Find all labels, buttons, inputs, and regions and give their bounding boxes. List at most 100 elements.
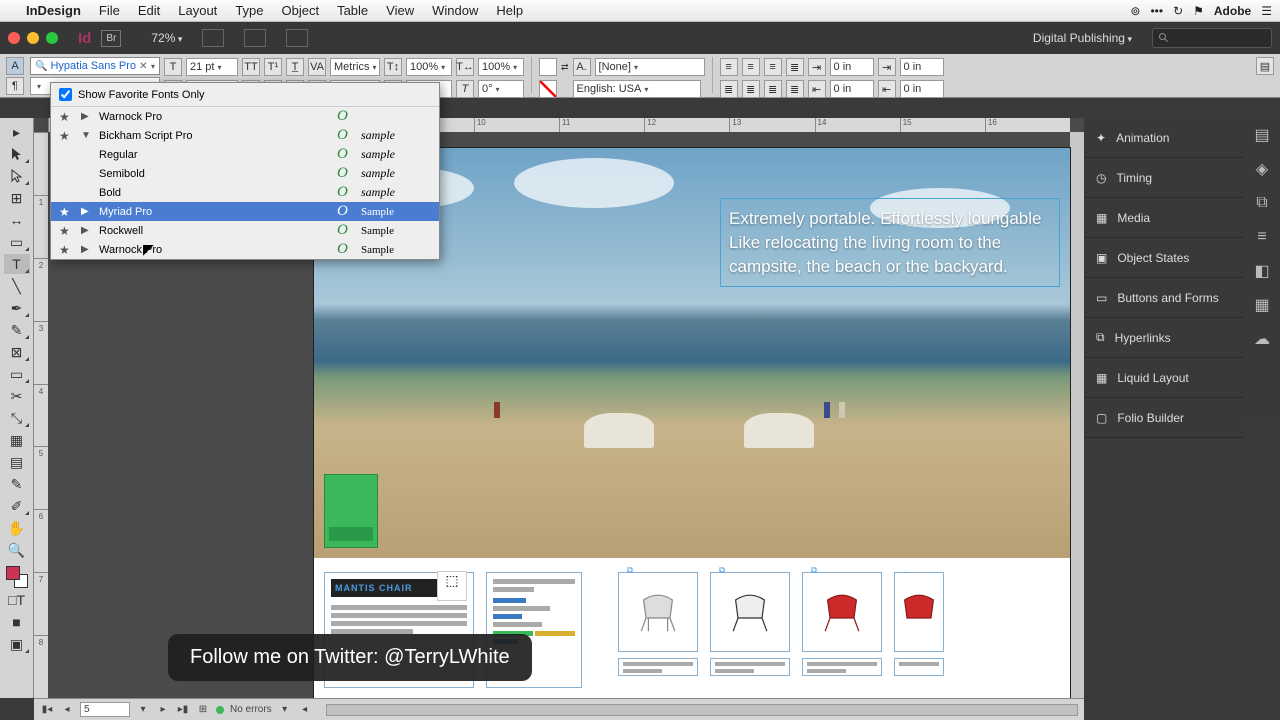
swap-icon[interactable]: ⇄ — [561, 62, 569, 73]
font-variant-item[interactable]: Regular O sample — [51, 145, 439, 164]
line-tool-icon[interactable]: ╲ — [4, 276, 30, 296]
content-collector-icon[interactable]: ▭ — [4, 232, 30, 252]
stroke-panel-icon[interactable]: ≡ — [1251, 226, 1273, 248]
gradient-swatch-icon[interactable]: ▦ — [4, 430, 30, 450]
fill-swatch[interactable] — [539, 58, 557, 76]
paragraph-formatting-icon[interactable]: ¶ — [6, 77, 24, 95]
pen-tool-icon[interactable]: ✒ — [4, 298, 30, 318]
align-left-icon[interactable]: ≡ — [720, 58, 738, 76]
hscale-field[interactable]: 100% — [478, 58, 524, 76]
scissors-tool-icon[interactable]: ✂ — [4, 386, 30, 406]
align-center-icon[interactable]: ≡ — [742, 58, 760, 76]
favorite-star-icon[interactable]: ★ — [59, 205, 73, 219]
menu-window[interactable]: Window — [432, 3, 478, 18]
free-transform-icon[interactable]: ⤡ — [4, 408, 30, 428]
chair-item[interactable]: ⧉ — [802, 572, 882, 688]
font-variant-item[interactable]: Semibold O sample — [51, 164, 439, 183]
type-tool-icon[interactable]: T — [4, 254, 30, 274]
direct-selection-tool-icon[interactable] — [4, 166, 30, 186]
panel-media[interactable]: ▦Media — [1084, 198, 1244, 238]
menu-type[interactable]: Type — [235, 3, 263, 18]
panel-hyperlinks[interactable]: ⧉Hyperlinks — [1084, 318, 1244, 358]
menu-extras-icon[interactable]: ••• — [1150, 4, 1163, 18]
screen-mode-icon[interactable] — [244, 29, 266, 47]
color-panel-icon[interactable]: ◧ — [1251, 260, 1273, 282]
screen-mode-tool-icon[interactable]: ▣ — [4, 634, 30, 654]
horizontal-scrollbar[interactable] — [326, 704, 1078, 716]
cc-icon[interactable]: ⊚ — [1130, 4, 1140, 18]
panel-folio-builder[interactable]: ▢Folio Builder — [1084, 398, 1244, 438]
chevron-icon[interactable]: ▼ — [81, 130, 91, 141]
chevron-icon[interactable]: ▶ — [81, 225, 91, 236]
list-icon[interactable]: ☰ — [1261, 4, 1272, 18]
app-menu[interactable]: InDesign — [26, 3, 81, 18]
page-menu-icon[interactable]: ▾ — [136, 704, 150, 715]
next-page-icon[interactable]: ▸ — [156, 704, 170, 715]
favorite-star-icon[interactable]: ★ — [59, 110, 73, 124]
font-item[interactable]: ★ ▶ Myriad Pro O Sample — [51, 202, 439, 221]
all-caps-icon[interactable]: TT — [242, 58, 260, 76]
panel-animation[interactable]: ✦Animation — [1084, 118, 1244, 158]
vertical-scrollbar[interactable] — [1070, 132, 1084, 698]
apply-color-icon[interactable]: ■ — [4, 612, 30, 632]
page-tool-icon[interactable]: ⊞ — [4, 188, 30, 208]
chevron-icon[interactable]: ▶ — [81, 206, 91, 217]
language-field[interactable]: English: USA — [573, 80, 701, 98]
chair-item[interactable]: ⧉ — [894, 572, 944, 688]
justify-right-icon[interactable]: ≣ — [764, 80, 782, 98]
panel-object-states[interactable]: ▣Object States — [1084, 238, 1244, 278]
menu-file[interactable]: File — [99, 3, 120, 18]
arrange-docs-icon[interactable] — [286, 29, 308, 47]
chevron-icon[interactable]: ▶ — [81, 244, 91, 255]
open-dps-icon[interactable]: ⊞ — [196, 704, 210, 715]
gradient-feather-icon[interactable]: ▤ — [4, 452, 30, 472]
panel-liquid-layout[interactable]: ▦Liquid Layout — [1084, 358, 1244, 398]
font-item[interactable]: ★ ▶ Rockwell O Sample — [51, 221, 439, 240]
preflight-menu-icon[interactable]: ▾ — [278, 704, 292, 715]
panel-buttons-forms[interactable]: ▭Buttons and Forms — [1084, 278, 1244, 318]
align-right-icon[interactable]: ≡ — [764, 58, 782, 76]
chair-item[interactable]: ⧉ — [710, 572, 790, 688]
font-item[interactable]: ★ ▶ Warnock Pro O — [51, 107, 439, 126]
align-spine-icon[interactable]: ≣ — [786, 80, 804, 98]
layers-panel-icon[interactable]: ◈ — [1251, 158, 1273, 180]
green-placeholder-frame[interactable] — [324, 474, 378, 548]
chevron-down-icon[interactable]: ▾ — [151, 62, 155, 71]
last-line-field[interactable]: 0 in — [900, 80, 944, 98]
clear-icon[interactable]: ✕ — [139, 61, 147, 72]
favorite-star-icon[interactable]: ★ — [59, 129, 73, 143]
favorite-star-icon[interactable]: ★ — [59, 243, 73, 257]
help-search[interactable] — [1152, 28, 1272, 48]
links-panel-icon[interactable]: ⧉ — [1251, 192, 1273, 214]
superscript-icon[interactable]: T¹ — [264, 58, 282, 76]
last-page-icon[interactable]: ▸▮ — [176, 704, 190, 715]
favorite-star-icon[interactable]: ★ — [59, 224, 73, 238]
close-window-icon[interactable] — [8, 32, 20, 44]
font-family-field[interactable]: 🔍 Hypatia Sans Pro ✕ ▾ — [30, 57, 160, 75]
show-favorites-checkbox[interactable] — [59, 88, 72, 101]
bridge-icon[interactable]: Br — [101, 30, 121, 47]
pages-panel-icon[interactable]: ▤ — [1251, 124, 1273, 146]
first-line-field[interactable]: 0 in — [900, 58, 944, 76]
fill-stroke-swatch[interactable] — [6, 566, 28, 588]
kerning-field[interactable]: Metrics — [330, 58, 380, 76]
font-variant-item[interactable]: Bold O sample — [51, 183, 439, 202]
selection-tool-icon[interactable] — [4, 144, 30, 164]
justify-center-icon[interactable]: ≣ — [742, 80, 760, 98]
chair-item[interactable]: ⧉ — [618, 572, 698, 688]
page-number-field[interactable]: 5 — [80, 702, 130, 717]
eyedropper-tool-icon[interactable]: ✐ — [4, 496, 30, 516]
container-format-icon[interactable]: □T — [4, 590, 30, 610]
minimize-window-icon[interactable] — [27, 32, 39, 44]
font-item[interactable]: ★ ▼ Bickham Script Pro O sample — [51, 126, 439, 145]
font-item[interactable]: ★ ▶ Warnock Pro O Sample — [51, 240, 439, 259]
menu-view[interactable]: View — [386, 3, 414, 18]
prev-page-icon[interactable]: ◂ — [60, 704, 74, 715]
swatches-panel-icon[interactable]: ▦ — [1251, 294, 1273, 316]
first-page-icon[interactable]: ▮◂ — [40, 704, 54, 715]
menu-layout[interactable]: Layout — [178, 3, 217, 18]
menu-object[interactable]: Object — [282, 3, 320, 18]
character-formatting-icon[interactable]: A — [6, 57, 24, 75]
sync-icon[interactable]: ↻ — [1173, 4, 1183, 18]
indent-left-field[interactable]: 0 in — [830, 58, 874, 76]
